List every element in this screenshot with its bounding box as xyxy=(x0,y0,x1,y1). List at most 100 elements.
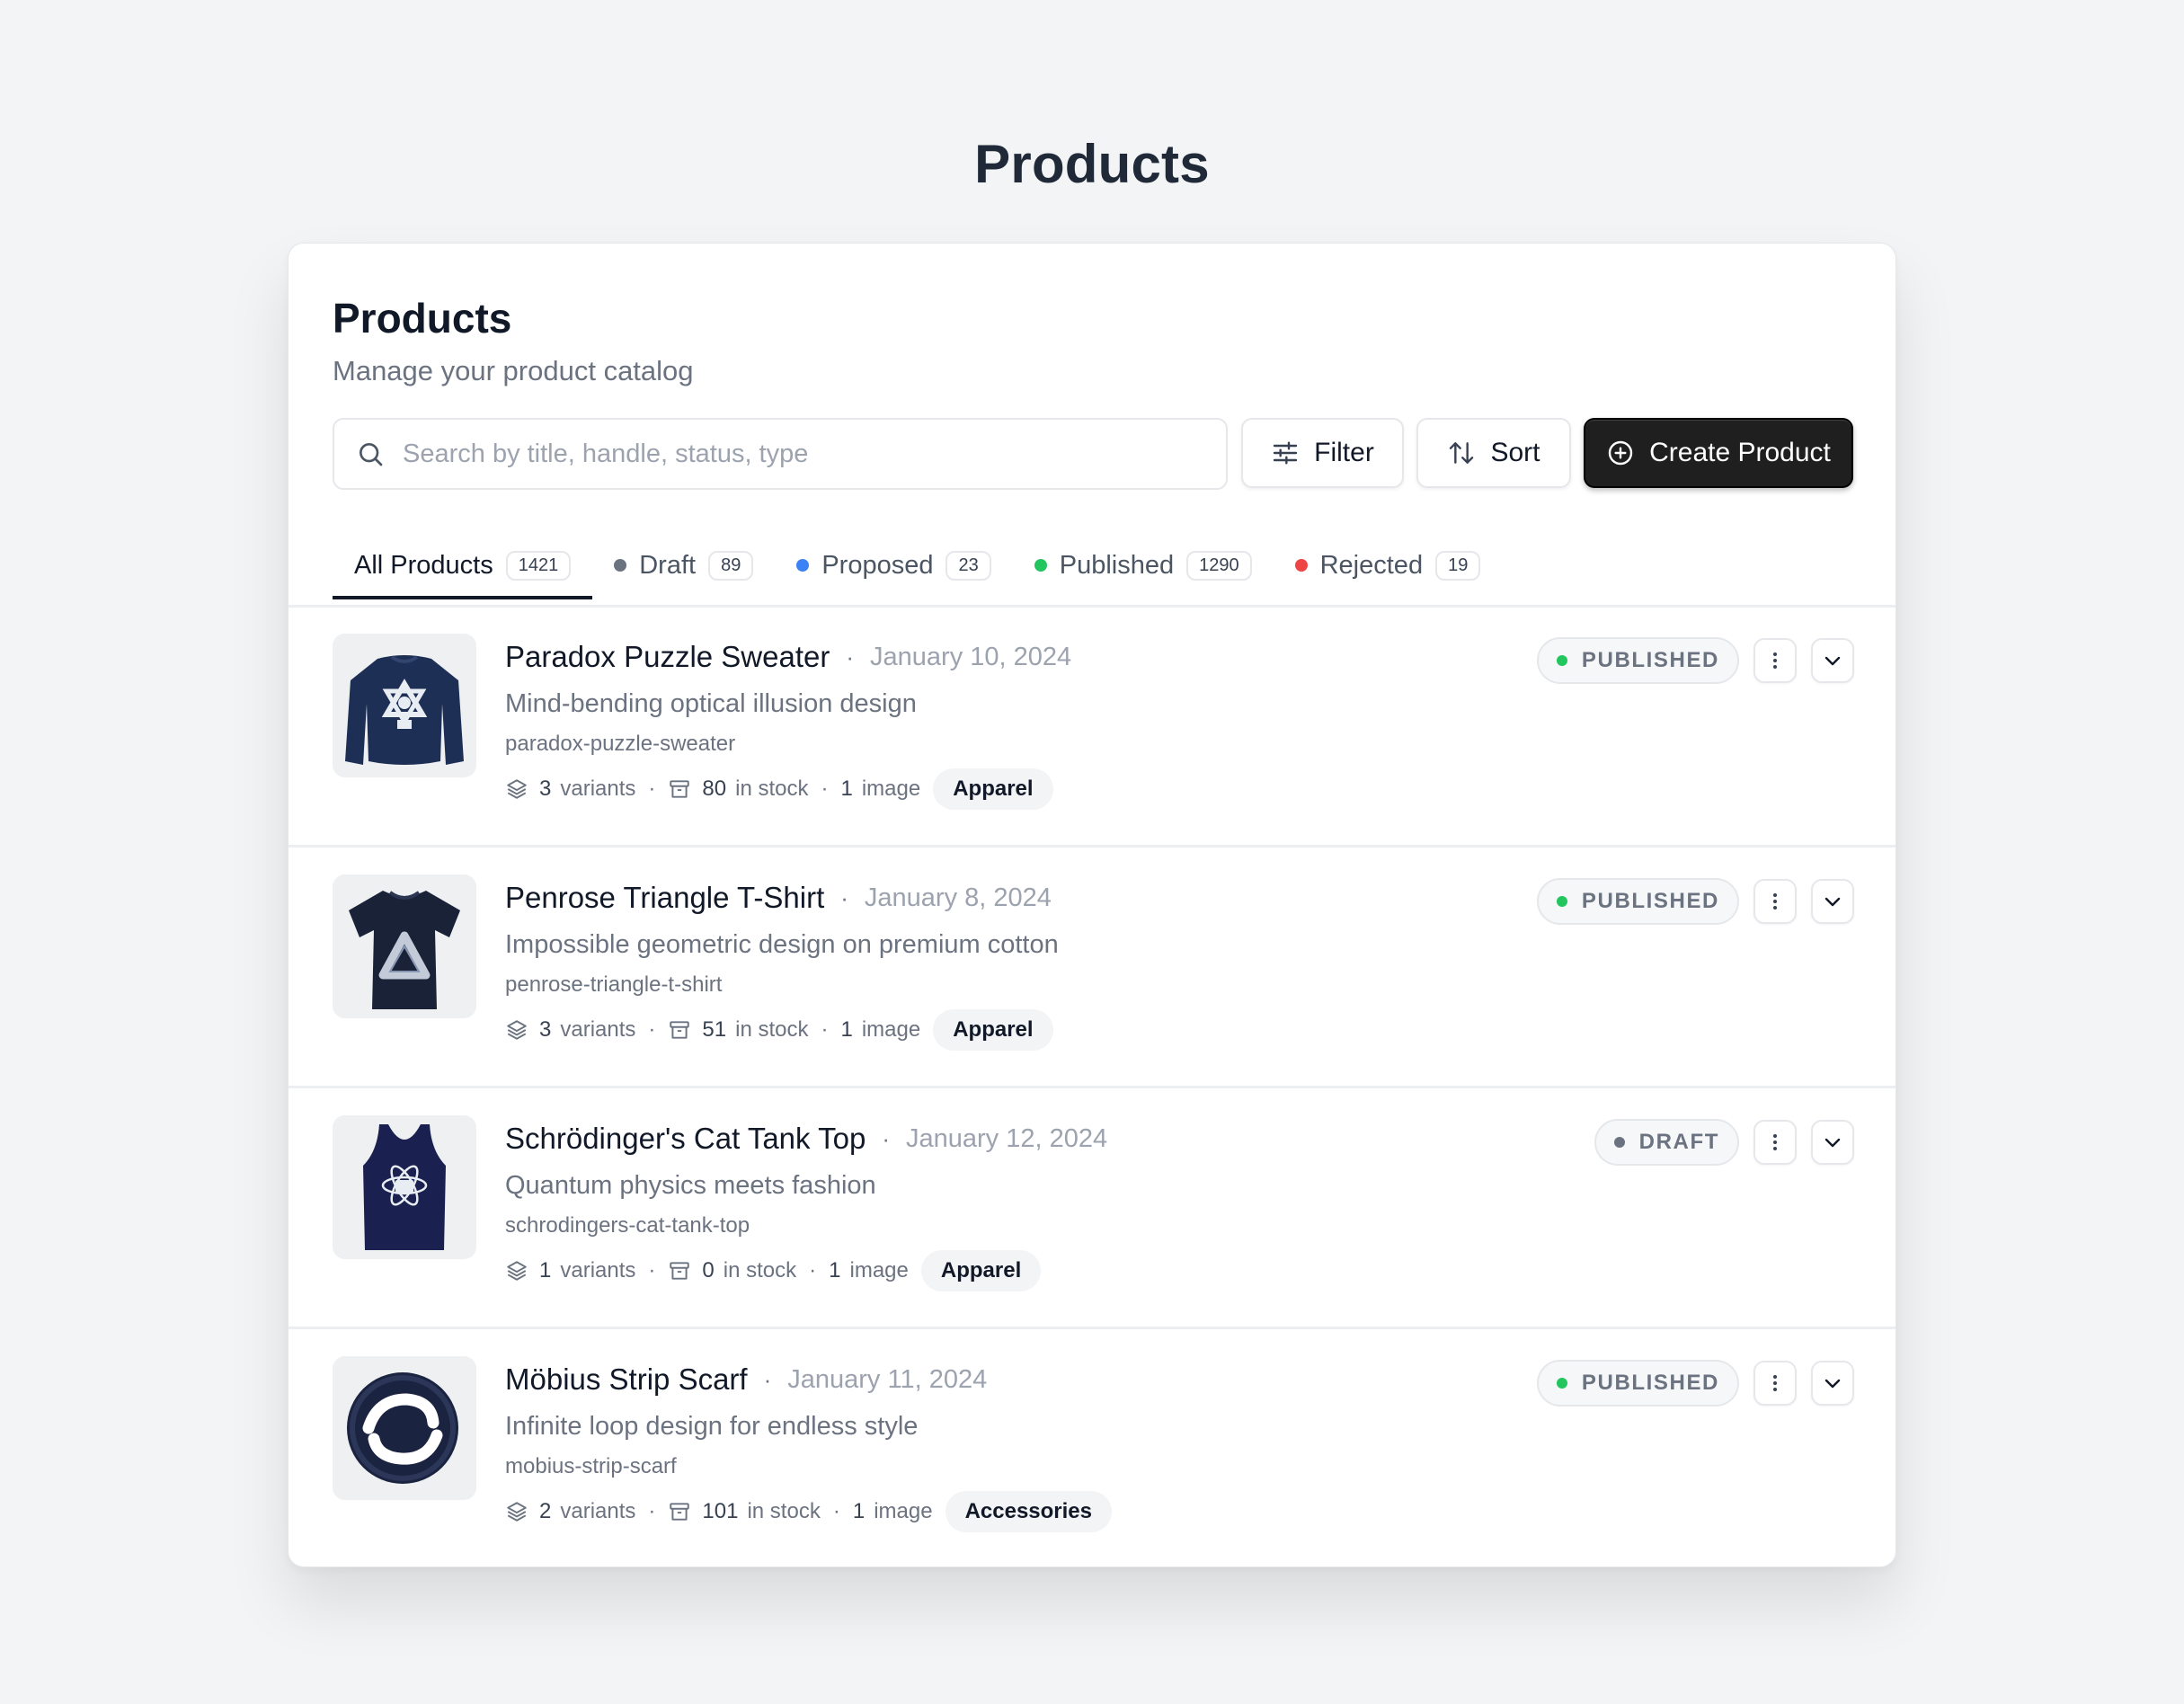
product-date: January 12, 2024 xyxy=(906,1123,1108,1153)
search-icon xyxy=(360,443,383,466)
tab-draft[interactable]: Draft 89 xyxy=(592,531,775,599)
filter-label: Filter xyxy=(1314,438,1374,467)
variant-label: variants xyxy=(560,777,636,801)
product-row[interactable]: Schrödinger's Cat Tank Top · January 12,… xyxy=(289,1088,1895,1329)
more-options-button[interactable] xyxy=(1753,1361,1797,1406)
variant-count: 1 xyxy=(539,1258,552,1282)
meta-separator: · xyxy=(648,777,656,801)
tab-label: Rejected xyxy=(1319,550,1424,580)
products-card: Products Manage your product catalog Fil… xyxy=(288,243,1896,1567)
sweater-image xyxy=(333,634,476,777)
product-thumbnail xyxy=(333,1356,476,1500)
expand-button[interactable] xyxy=(1811,1120,1854,1165)
search-box xyxy=(333,418,1228,490)
status-dot-icon xyxy=(1613,1137,1625,1148)
product-handle: schrodingers-cat-tank-top xyxy=(505,1213,750,1238)
chevron-down-icon xyxy=(1824,897,1841,907)
scarf-image xyxy=(333,1356,476,1500)
status-badge: PUBLISHED xyxy=(1536,637,1739,684)
status-dot-icon xyxy=(796,559,810,572)
product-row[interactable]: Penrose Triangle T-Shirt · January 8, 20… xyxy=(289,848,1895,1088)
image-label: image xyxy=(861,777,921,801)
tab-label: Published xyxy=(1059,550,1175,580)
meta-separator: · xyxy=(809,1258,817,1282)
vertical-dots-icon xyxy=(1773,893,1777,910)
status-label: PUBLISHED xyxy=(1581,648,1719,672)
tab-rejected[interactable]: Rejected 19 xyxy=(1274,531,1503,599)
vertical-dots-icon xyxy=(1773,652,1777,669)
tab-proposed[interactable]: Proposed 23 xyxy=(775,531,1012,599)
tab-published[interactable]: Published 1290 xyxy=(1013,531,1274,599)
row-actions: PUBLISHED xyxy=(1536,637,1854,684)
product-info: Schrödinger's Cat Tank Top · January 12,… xyxy=(505,1121,1107,1291)
status-dot-icon xyxy=(1294,559,1308,572)
variant-label: variants xyxy=(560,1258,636,1282)
stock-label: in stock xyxy=(723,1258,797,1282)
tab-count: 1421 xyxy=(505,550,572,581)
status-label: DRAFT xyxy=(1638,1130,1719,1154)
product-meta: 3 variants · 51 in stock · 1 image Appar… xyxy=(505,1009,1059,1051)
meta-separator: · xyxy=(648,1258,656,1282)
product-row[interactable]: Paradox Puzzle Sweater · January 10, 202… xyxy=(289,607,1895,848)
meta-separator: · xyxy=(648,1017,656,1042)
stock-label: in stock xyxy=(747,1499,821,1523)
product-title[interactable]: Penrose Triangle T-Shirt xyxy=(505,881,824,915)
more-options-button[interactable] xyxy=(1753,1120,1797,1165)
plus-circle-icon xyxy=(1608,440,1633,466)
tab-all-products[interactable]: All Products 1421 xyxy=(333,531,593,599)
filter-button[interactable]: Filter xyxy=(1241,418,1404,488)
card-subtitle: Manage your product catalog xyxy=(333,355,694,386)
product-date: January 8, 2024 xyxy=(864,883,1052,912)
row-actions: PUBLISHED xyxy=(1536,1360,1854,1407)
product-handle: paradox-puzzle-sweater xyxy=(505,732,736,756)
status-dot-icon xyxy=(1556,1378,1567,1389)
variant-count: 2 xyxy=(539,1499,552,1523)
product-info: Penrose Triangle T-Shirt · January 8, 20… xyxy=(505,880,1059,1051)
row-actions: PUBLISHED xyxy=(1536,878,1854,925)
separator-dot: · xyxy=(882,1124,890,1152)
image-label: image xyxy=(849,1258,909,1282)
expand-button[interactable] xyxy=(1811,879,1854,924)
product-title[interactable]: Paradox Puzzle Sweater xyxy=(505,640,830,674)
status-badge: PUBLISHED xyxy=(1536,878,1739,925)
separator-dot: · xyxy=(763,1365,772,1393)
image-label: image xyxy=(874,1499,933,1523)
chevron-down-icon xyxy=(1824,1138,1841,1148)
search-input[interactable] xyxy=(403,439,1194,469)
product-description: Quantum physics meets fashion xyxy=(505,1171,876,1200)
meta-separator: · xyxy=(832,1499,840,1523)
tab-label: Proposed xyxy=(821,550,934,580)
more-options-button[interactable] xyxy=(1753,638,1797,683)
create-product-button[interactable]: Create Product xyxy=(1584,418,1853,488)
chevron-down-icon xyxy=(1824,656,1841,666)
product-description: Impossible geometric design on premium c… xyxy=(505,930,1059,959)
product-type-tag: Apparel xyxy=(920,1250,1042,1291)
tank-top-image xyxy=(333,1115,476,1259)
product-type-tag: Accessories xyxy=(945,1491,1112,1532)
page-heading: Products xyxy=(974,134,1210,194)
stock-label: in stock xyxy=(735,777,809,801)
sort-button[interactable]: Sort xyxy=(1416,418,1571,488)
product-title[interactable]: Schrödinger's Cat Tank Top xyxy=(505,1122,866,1156)
expand-button[interactable] xyxy=(1811,638,1854,683)
product-meta: 3 variants · 80 in stock · 1 image Appar… xyxy=(505,768,1071,810)
row-actions: DRAFT xyxy=(1594,1119,1854,1166)
layers-icon xyxy=(507,1020,527,1040)
status-tabs: All Products 1421 Draft 89 Proposed 23 P… xyxy=(333,531,1502,599)
stock-count: 0 xyxy=(702,1258,715,1282)
product-title[interactable]: Möbius Strip Scarf xyxy=(505,1362,748,1397)
product-row[interactable]: Möbius Strip Scarf · January 11, 2024 In… xyxy=(289,1329,1895,1566)
product-description: Mind-bending optical illusion design xyxy=(505,689,917,718)
variant-count: 3 xyxy=(539,1017,552,1042)
product-meta: 2 variants · 101 in stock · 1 image Acce… xyxy=(505,1491,1112,1532)
status-dot-icon xyxy=(1556,896,1567,907)
expand-button[interactable] xyxy=(1811,1361,1854,1406)
product-list: Paradox Puzzle Sweater · January 10, 202… xyxy=(289,607,1895,1566)
product-type-tag: Apparel xyxy=(933,768,1053,810)
tshirt-image xyxy=(333,874,476,1018)
product-type-tag: Apparel xyxy=(933,1009,1053,1051)
card-title: Products xyxy=(333,295,512,342)
tab-label: Draft xyxy=(639,550,697,580)
more-options-button[interactable] xyxy=(1753,879,1797,924)
status-dot-icon xyxy=(1034,559,1047,572)
